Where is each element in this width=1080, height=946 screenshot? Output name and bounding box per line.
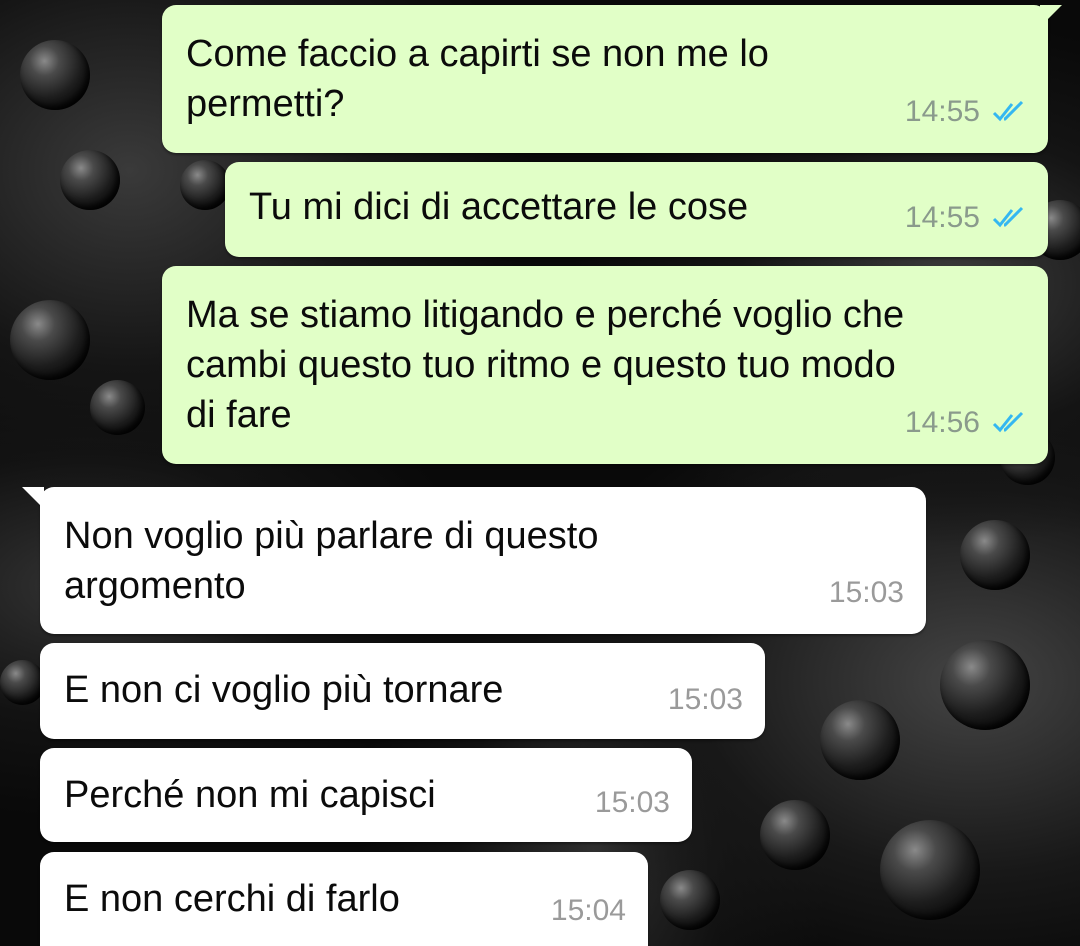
double-check-read-icon <box>992 206 1024 228</box>
message-meta: 15:03 <box>595 778 670 828</box>
message-time: 14:55 <box>904 201 980 234</box>
message-list[interactable]: Come faccio a capirti se non me lo perme… <box>0 0 1080 946</box>
message-text: Come faccio a capirti se non me lo perme… <box>186 33 769 125</box>
message-text: E non ci voglio più tornare <box>64 669 504 711</box>
bubble-tail <box>22 487 44 509</box>
incoming-message[interactable]: Non voglio più parlare di questo argomen… <box>22 487 926 634</box>
bubble-tail <box>1040 5 1062 27</box>
message-meta: 15:03 <box>829 568 904 618</box>
outgoing-message[interactable]: Ma se stiamo litigando e perché voglio c… <box>162 266 1048 464</box>
incoming-message[interactable]: E non cerchi di farlo 15:04 <box>40 852 648 946</box>
message-meta: 15:03 <box>668 675 743 725</box>
outgoing-message[interactable]: Tu mi dici di accettare le cose 14:55 <box>225 162 1048 257</box>
message-text: Ma se stiamo litigando e perché voglio c… <box>186 294 905 436</box>
incoming-message[interactable]: E non ci voglio più tornare 15:03 <box>40 643 765 739</box>
message-text: E non cerchi di farlo <box>64 878 400 920</box>
message-time: 15:04 <box>550 894 626 927</box>
message-time: 14:55 <box>904 95 980 128</box>
message-meta: 14:56 <box>905 398 1026 448</box>
message-meta: 15:04 <box>551 886 626 936</box>
message-text: Non voglio più parlare di questo argomen… <box>64 515 599 607</box>
message-time: 15:03 <box>594 786 670 819</box>
message-meta: 14:55 <box>905 193 1026 243</box>
message-meta: 14:55 <box>905 87 1026 137</box>
double-check-read-icon <box>992 411 1024 433</box>
message-time: 15:03 <box>667 683 743 716</box>
message-time: 15:03 <box>828 576 904 609</box>
outgoing-message[interactable]: Come faccio a capirti se non me lo perme… <box>162 5 1062 153</box>
message-text: Perché non mi capisci <box>64 774 436 816</box>
double-check-read-icon <box>992 100 1024 122</box>
incoming-message[interactable]: Perché non mi capisci 15:03 <box>40 748 692 842</box>
message-text: Tu mi dici di accettare le cose <box>249 186 749 228</box>
message-time: 14:56 <box>904 406 980 439</box>
